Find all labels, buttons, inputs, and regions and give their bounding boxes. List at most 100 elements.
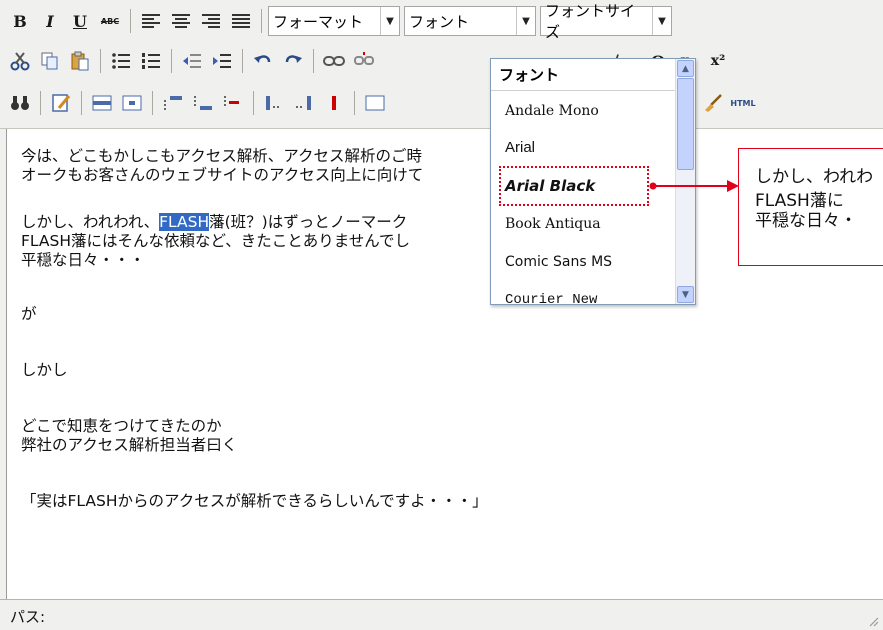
content-line: しかし、われわれ、FLASH藩(班？)はずっとノーマーク	[21, 213, 407, 232]
font-option-comic-sans-ms[interactable]: Comic Sans MS	[491, 243, 675, 280]
content-line: 「実はFLASHからのアクセスが解析できるらしいんですよ・・・」	[21, 492, 488, 510]
insert-col-after-button[interactable]	[290, 88, 318, 118]
find-button[interactable]	[6, 88, 34, 118]
binoculars-icon	[11, 96, 29, 110]
toolbar-separator	[152, 91, 153, 115]
annotation-callout: しかし、われわ FLASH藩に 平穏な日々・	[738, 148, 883, 266]
align-justify-icon	[232, 14, 250, 28]
font-option-book-antiqua[interactable]: Book Antiqua	[491, 205, 675, 242]
undo-button[interactable]	[249, 46, 277, 76]
toolbar-separator	[81, 91, 82, 115]
underline-button[interactable]: U	[66, 6, 94, 36]
content-line: オークもお客さんのウェブサイトのアクセス向上に向けて	[21, 166, 424, 184]
insert-row-before-icon	[164, 96, 182, 110]
editor-toolbar: B I U ABC フォーマット ▼ フォント ▼ フォントサイズ ▼ x² H…	[0, 0, 883, 129]
content-text: 藩(班？)はずっとノーマーク	[209, 213, 408, 231]
delete-row-button[interactable]	[219, 88, 247, 118]
edit-css-button[interactable]	[47, 88, 75, 118]
font-select-value: フォント	[409, 12, 470, 31]
insert-row-after-button[interactable]	[189, 88, 217, 118]
chevron-down-icon[interactable]: ▼	[516, 7, 535, 35]
rich-text-editor: B I U ABC フォーマット ▼ フォント ▼ フォントサイズ ▼ x² H…	[0, 0, 883, 630]
align-left-button[interactable]	[137, 6, 165, 36]
toolbar-separator	[171, 49, 172, 73]
content-line: 弊社のアクセス解析担当者曰く	[21, 436, 238, 454]
selected-text[interactable]: FLASH	[159, 213, 210, 231]
outdent-button[interactable]	[178, 46, 206, 76]
content-line: しかし	[21, 361, 68, 379]
toolbar-separator	[253, 91, 254, 115]
align-center-icon	[172, 14, 190, 28]
path-label: パス:	[10, 608, 46, 626]
toolbar-separator	[100, 49, 101, 73]
link-button[interactable]	[320, 46, 348, 76]
bullet-list-button[interactable]	[107, 46, 135, 76]
scroll-down-arrow-icon[interactable]: ▼	[677, 286, 694, 303]
font-size-select[interactable]: フォントサイズ ▼	[540, 2, 672, 41]
content-line: 平穏な日々・・・	[21, 251, 146, 269]
redo-button[interactable]	[279, 46, 307, 76]
callout-line: しかし、われわ	[755, 167, 874, 187]
split-cells-button[interactable]	[361, 88, 389, 118]
font-option-courier-new[interactable]: Courier New	[491, 281, 675, 305]
chevron-down-icon[interactable]: ▼	[652, 7, 671, 35]
insert-col-after-icon	[296, 96, 311, 110]
content-line: が	[21, 305, 37, 323]
indent-icon	[213, 54, 231, 68]
font-select[interactable]: フォント ▼	[404, 6, 536, 36]
unlink-button[interactable]	[350, 46, 378, 76]
toolbar-separator	[242, 49, 243, 73]
link-icon	[323, 56, 345, 66]
html-source-button[interactable]: HTML	[729, 88, 757, 118]
copy-icon	[41, 52, 58, 70]
chevron-down-icon[interactable]: ▼	[380, 7, 399, 35]
format-select-value: フォーマット	[273, 12, 364, 31]
annotation-arrow-icon	[649, 180, 739, 192]
font-option-arial[interactable]: Arial	[491, 129, 675, 166]
bullet-list-icon	[112, 53, 130, 69]
font-dropdown-title: フォント	[491, 59, 675, 91]
callout-line: 平穏な日々・	[755, 211, 857, 231]
bold-button[interactable]: B	[6, 6, 34, 36]
format-select[interactable]: フォーマット ▼	[268, 6, 400, 36]
numbered-list-icon	[142, 53, 160, 69]
delete-col-button[interactable]	[320, 88, 348, 118]
split-cells-icon	[365, 95, 385, 111]
resize-grip-icon[interactable]	[867, 615, 879, 627]
unlink-icon	[354, 52, 374, 65]
align-left-icon	[142, 14, 160, 28]
align-center-button[interactable]	[167, 6, 195, 36]
table-cell-props-button[interactable]	[118, 88, 146, 118]
align-justify-button[interactable]	[227, 6, 255, 36]
delete-row-icon	[224, 96, 239, 106]
insert-row-after-icon	[194, 96, 212, 110]
insert-row-before-button[interactable]	[159, 88, 187, 118]
annotation-highlight-box	[499, 166, 649, 206]
numbered-list-button[interactable]	[137, 46, 165, 76]
align-right-button[interactable]	[197, 6, 225, 36]
cleanup-button[interactable]	[699, 88, 727, 118]
redo-icon	[285, 55, 302, 63]
insert-col-before-button[interactable]	[260, 88, 288, 118]
scissors-icon	[10, 52, 30, 71]
scroll-up-arrow-icon[interactable]: ▲	[677, 60, 694, 77]
paste-button[interactable]	[66, 46, 94, 76]
scroll-thumb[interactable]	[677, 78, 694, 170]
copy-button[interactable]	[36, 46, 64, 76]
align-right-icon	[202, 14, 220, 28]
strikethrough-button[interactable]: ABC	[96, 6, 124, 36]
toolbar-separator	[261, 9, 262, 33]
table-row-icon	[92, 95, 112, 111]
superscript-button[interactable]: x²	[704, 46, 732, 76]
callout-line: FLASH藩に	[755, 191, 844, 211]
delete-col-icon	[332, 96, 336, 110]
content-text: しかし、われわれ、	[21, 213, 160, 231]
toolbar-separator	[354, 91, 355, 115]
table-row-props-button[interactable]	[88, 88, 116, 118]
font-option-andale-mono[interactable]: Andale Mono	[491, 92, 675, 129]
indent-button[interactable]	[208, 46, 236, 76]
undo-icon	[254, 55, 271, 63]
cut-button[interactable]	[6, 46, 34, 76]
italic-button[interactable]: I	[36, 6, 64, 36]
outdent-icon	[183, 54, 201, 68]
